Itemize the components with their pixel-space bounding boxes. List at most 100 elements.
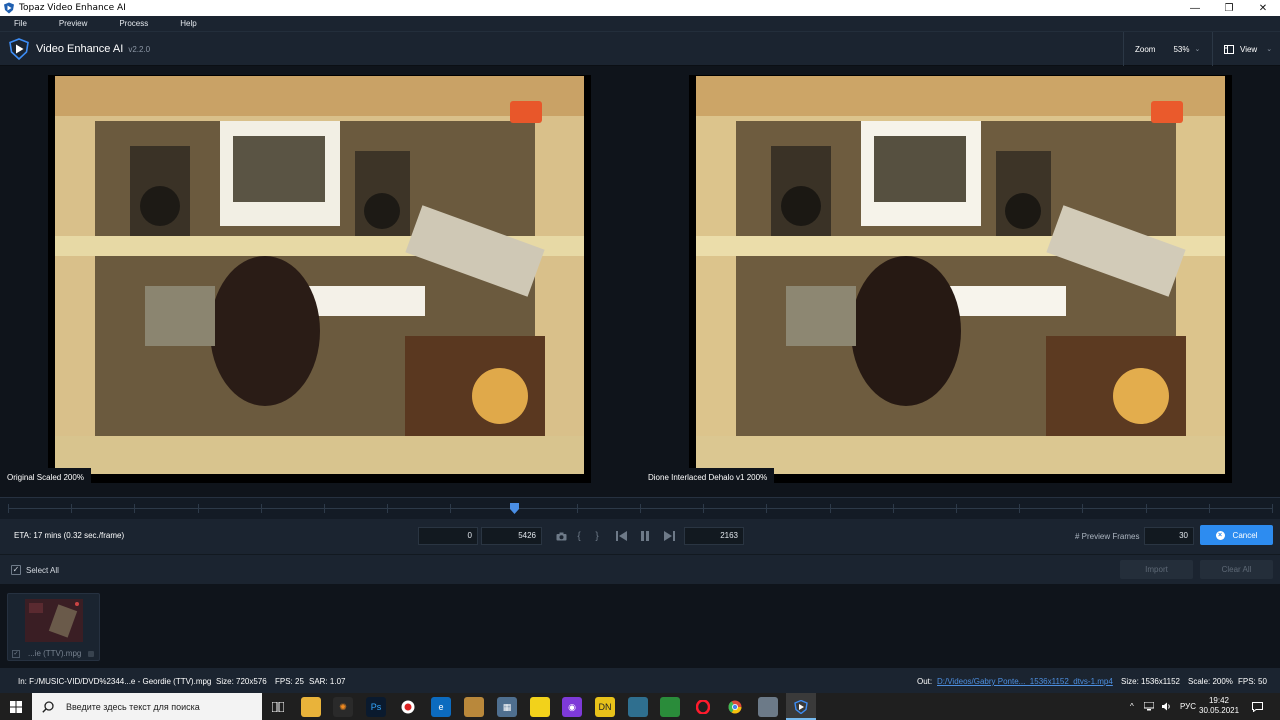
photoshop-icon[interactable]: Ps <box>366 697 386 717</box>
set-out-point-icon[interactable]: } <box>592 528 602 544</box>
zoom-value: 53% <box>1173 44 1190 54</box>
timeline-tick <box>71 504 72 513</box>
cancel-button[interactable]: × Cancel <box>1200 525 1273 545</box>
view-dropdown[interactable]: View ⌄ <box>1212 32 1280 66</box>
import-button[interactable]: Import <box>1120 560 1193 579</box>
output-size: Size: 1536x1152 <box>1121 677 1181 686</box>
file-explorer-icon[interactable] <box>301 697 321 717</box>
maximize-button[interactable]: ❐ <box>1212 0 1246 16</box>
notifications-icon[interactable] <box>1252 693 1263 720</box>
timeline-tick <box>956 504 957 513</box>
menu-file[interactable]: File <box>0 19 27 28</box>
timeline-tick <box>134 504 135 513</box>
tray-overflow-icon[interactable]: ^ <box>1130 693 1134 720</box>
menu-preview[interactable]: Preview <box>45 19 87 28</box>
network-icon[interactable] <box>1144 693 1154 720</box>
step-back-icon[interactable] <box>614 528 628 544</box>
timeline-tick <box>893 504 894 513</box>
preview-area: Original Scaled 200% Dione Interlaced De… <box>0 66 1280 488</box>
file-thumbnail-item[interactable]: ✓ ...ie (TTV).mpg <box>7 593 100 661</box>
timeline-tick <box>1272 504 1273 513</box>
pause-icon[interactable] <box>638 528 652 544</box>
original-preview-label: Original Scaled 200% <box>0 468 91 487</box>
file-list: ✓ ...ie (TTV).mpg <box>0 585 1280 668</box>
download-manager-icon[interactable]: DN <box>595 697 615 717</box>
windows-logo-icon <box>10 700 22 713</box>
timeline-tick <box>198 504 199 513</box>
recorder-icon[interactable] <box>398 697 418 717</box>
playback-controls: ETA: 17 mins (0.32 sec./frame) 0 5426 { … <box>0 519 1280 554</box>
status-bar: In: F:/MUSIC-VID/DVD%2344...e - Geordie … <box>0 668 1280 693</box>
window-title: Topaz Video Enhance AI <box>19 3 126 13</box>
original-video-frame-image <box>55 76 584 474</box>
camera-icon[interactable] <box>554 528 568 544</box>
menu-process[interactable]: Process <box>105 19 148 28</box>
volume-icon[interactable] <box>1162 693 1172 720</box>
topaz-logo-icon <box>9 38 29 60</box>
timeline-tick <box>324 504 325 513</box>
enhanced-preview-frame[interactable] <box>689 75 1232 483</box>
zoom-dropdown[interactable]: Zoom 53% ⌄ <box>1123 32 1206 66</box>
topaz-taskbar-icon[interactable] <box>791 697 811 717</box>
taskbar-search[interactable]: Введите здесь текст для поиска <box>32 693 262 720</box>
timeline-tick <box>766 504 767 513</box>
select-all-checkbox[interactable]: ✓ <box>11 565 21 575</box>
start-frame-field[interactable]: 0 <box>418 527 478 545</box>
app-window-icon[interactable] <box>758 697 778 717</box>
notes-app-icon[interactable] <box>628 697 648 717</box>
file-thumbnail-image <box>25 599 83 642</box>
zoom-label: Zoom <box>1135 44 1156 54</box>
media-app-icon[interactable] <box>660 697 680 717</box>
step-forward-icon[interactable] <box>662 528 676 544</box>
input-sar: SAR: 1.07 <box>309 677 346 686</box>
file-checkbox[interactable]: ✓ <box>12 650 20 658</box>
set-in-point-icon[interactable]: { <box>574 528 584 544</box>
timeline-tick <box>1082 504 1083 513</box>
timeline-tick <box>450 504 451 513</box>
timeline-tick <box>1209 504 1210 513</box>
window-titlebar: Topaz Video Enhance AI — ❐ ✕ <box>0 0 1280 16</box>
opera-browser-icon[interactable] <box>693 697 713 717</box>
preview-frames-label: # Preview Frames <box>1075 532 1140 541</box>
task-view-icon[interactable] <box>268 697 288 717</box>
input-path: In: F:/MUSIC-VID/DVD%2344...e - Geordie … <box>18 677 212 686</box>
app-name: Video Enhance AI v2.2.0 <box>36 43 151 55</box>
tor-browser-icon[interactable]: ◉ <box>562 697 582 717</box>
chevron-down-icon: ⌄ <box>1194 46 1201 53</box>
edge-browser-icon[interactable]: e <box>431 697 451 717</box>
chevron-down-icon: ⌄ <box>1266 46 1273 53</box>
timeline-playhead-handle[interactable] <box>510 503 519 514</box>
app-version: v2.2.0 <box>128 45 151 54</box>
output-path-link[interactable]: D:/Videos/Gabry Ponte..._1536x1152_dtvs-… <box>937 677 1113 686</box>
timeline-tick <box>1146 504 1147 513</box>
file-name: ...ie (TTV).mpg <box>28 649 82 658</box>
select-all-label[interactable]: Select All <box>26 566 59 575</box>
enhanced-video-frame-image <box>696 76 1225 474</box>
original-preview-frame[interactable] <box>48 75 591 483</box>
menu-help[interactable]: Help <box>166 19 196 28</box>
archive-app-icon[interactable] <box>464 697 484 717</box>
app-header: Video Enhance AI v2.2.0 Zoom 53% ⌄ View … <box>0 31 1280 66</box>
calculator-icon[interactable]: ▦ <box>497 697 517 717</box>
search-icon <box>42 700 54 713</box>
input-fps: FPS: 25 <box>275 677 304 686</box>
sticky-notes-icon[interactable] <box>530 697 550 717</box>
topaz-app-icon <box>4 2 14 14</box>
split-view-icon <box>1224 44 1234 54</box>
timeline-tick <box>1019 504 1020 513</box>
media-player-icon[interactable]: ✺ <box>333 697 353 717</box>
clear-all-button[interactable]: Clear All <box>1200 560 1273 579</box>
preview-frames-input[interactable]: 30 <box>1144 527 1194 545</box>
close-button[interactable]: ✕ <box>1246 0 1280 16</box>
system-clock[interactable]: 19:42 30.05.2021 <box>1199 696 1239 716</box>
file-status-icon <box>88 651 94 657</box>
current-frame-field[interactable]: 2163 <box>684 527 744 545</box>
start-button[interactable] <box>0 693 32 720</box>
minimize-button[interactable]: — <box>1178 0 1212 16</box>
timeline-tick <box>640 504 641 513</box>
timeline-scrubber[interactable] <box>0 497 1280 519</box>
end-frame-field[interactable]: 5426 <box>481 527 542 545</box>
windows-taskbar: Введите здесь текст для поиска ✺ Ps e ▦ … <box>0 693 1280 720</box>
chrome-browser-icon[interactable] <box>725 697 745 717</box>
input-language-indicator[interactable]: РУС <box>1180 693 1196 720</box>
